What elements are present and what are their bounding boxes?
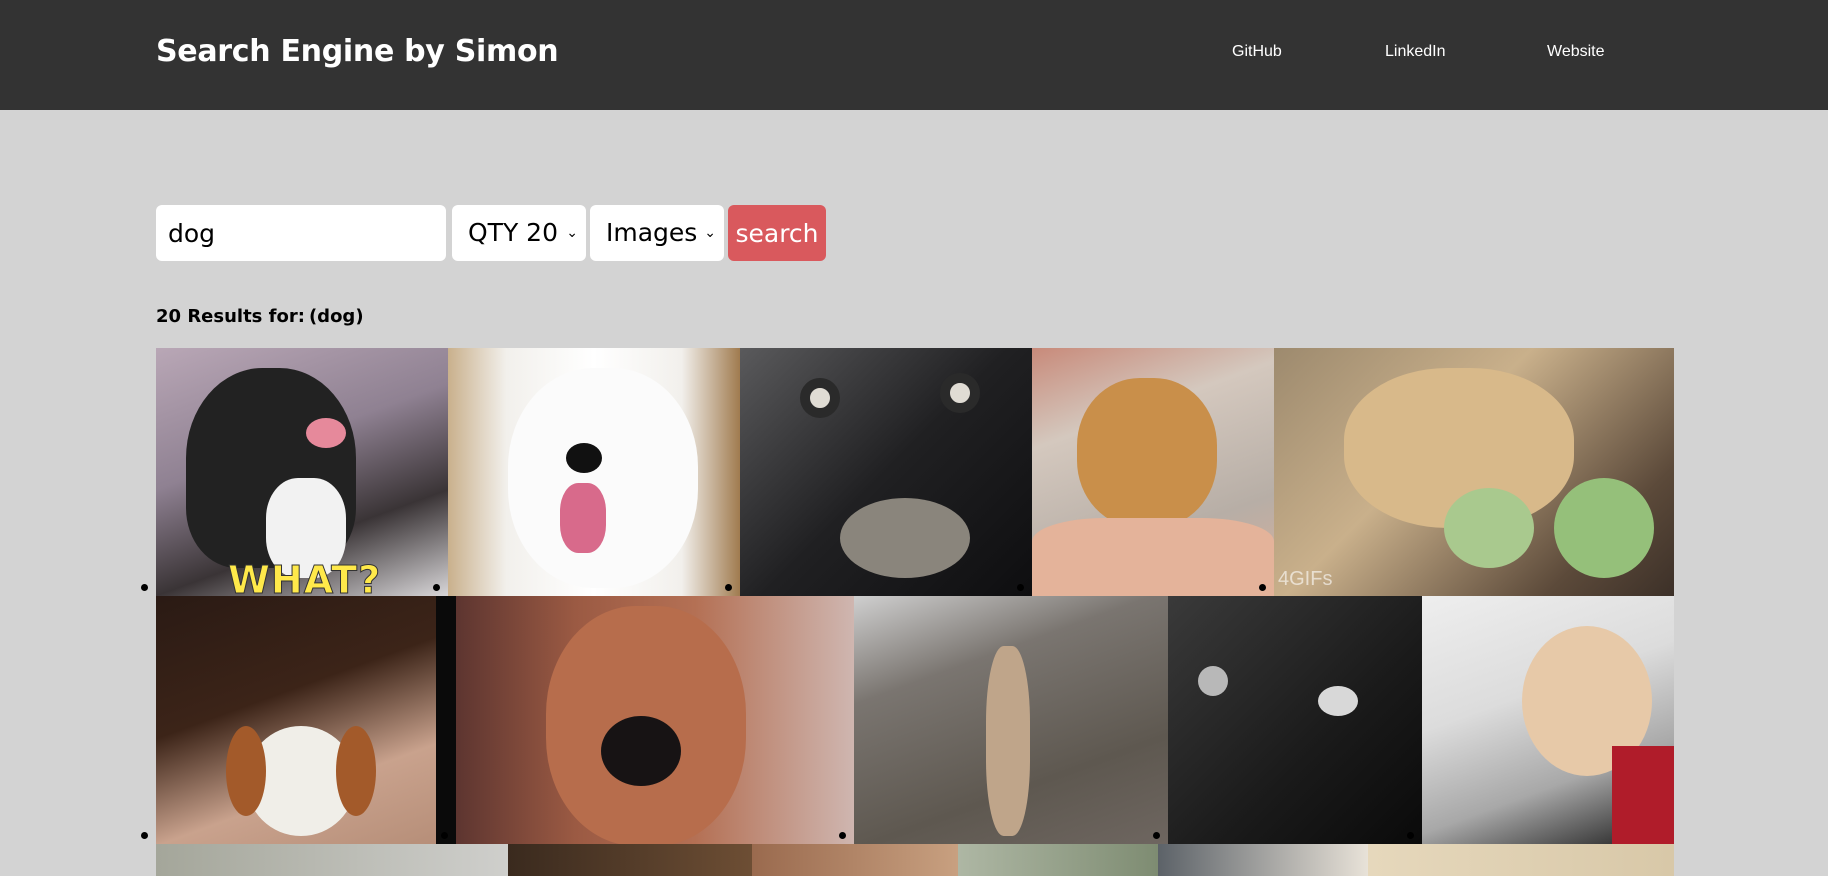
image-result[interactable]: WHAT? [156,348,448,596]
list-bullet [433,584,440,591]
list-bullet [1017,584,1024,591]
image-result[interactable] [448,348,740,596]
image-result[interactable] [1368,844,1674,876]
image-result[interactable] [1032,348,1274,596]
image-result[interactable] [752,844,958,876]
quantity-select-value: QTY 20 [468,218,558,247]
search-button[interactable]: search [728,205,826,261]
results-summary-query: (dog) [308,306,364,327]
image-caption-what: WHAT? [227,558,382,597]
image-result[interactable] [1158,844,1368,876]
image-result[interactable] [854,596,1168,844]
list-bullet [1259,584,1266,591]
nav-link-github[interactable]: GitHub [1232,43,1282,61]
image-result[interactable] [156,596,456,844]
list-bullet [441,832,448,839]
list-bullet [725,584,732,591]
image-result[interactable] [156,844,508,876]
nav-link-website[interactable]: Website [1547,43,1605,61]
list-bullet [839,832,846,839]
chevron-down-icon: ⌄ [704,225,716,241]
image-result[interactable] [958,844,1158,876]
image-result[interactable]: 4GIFs [1274,348,1674,596]
list-bullet [1153,832,1160,839]
list-bullet [141,832,148,839]
image-result[interactable] [508,844,752,876]
site-title[interactable]: Search Engine by Simon [156,34,559,69]
image-result[interactable] [1168,596,1422,844]
image-result[interactable] [740,348,1032,596]
list-bullet [1407,832,1414,839]
image-result[interactable] [1422,596,1674,844]
results-summary-prefix: 20 Results for: [156,306,305,327]
results-summary: 20 Results for: (dog) [156,306,364,327]
search-input[interactable] [156,205,446,261]
chevron-down-icon: ⌄ [566,225,578,241]
quantity-select[interactable]: QTY 20 ⌄ [452,205,586,261]
type-select-value: Images [606,218,698,247]
image-result[interactable] [456,596,854,844]
image-watermark: 4GIFs [1278,568,1333,590]
type-select[interactable]: Images ⌄ [590,205,724,261]
navbar: Search Engine by Simon GitHub LinkedIn W… [0,0,1828,110]
nav-link-linkedin[interactable]: LinkedIn [1385,43,1446,61]
list-bullet [141,584,148,591]
